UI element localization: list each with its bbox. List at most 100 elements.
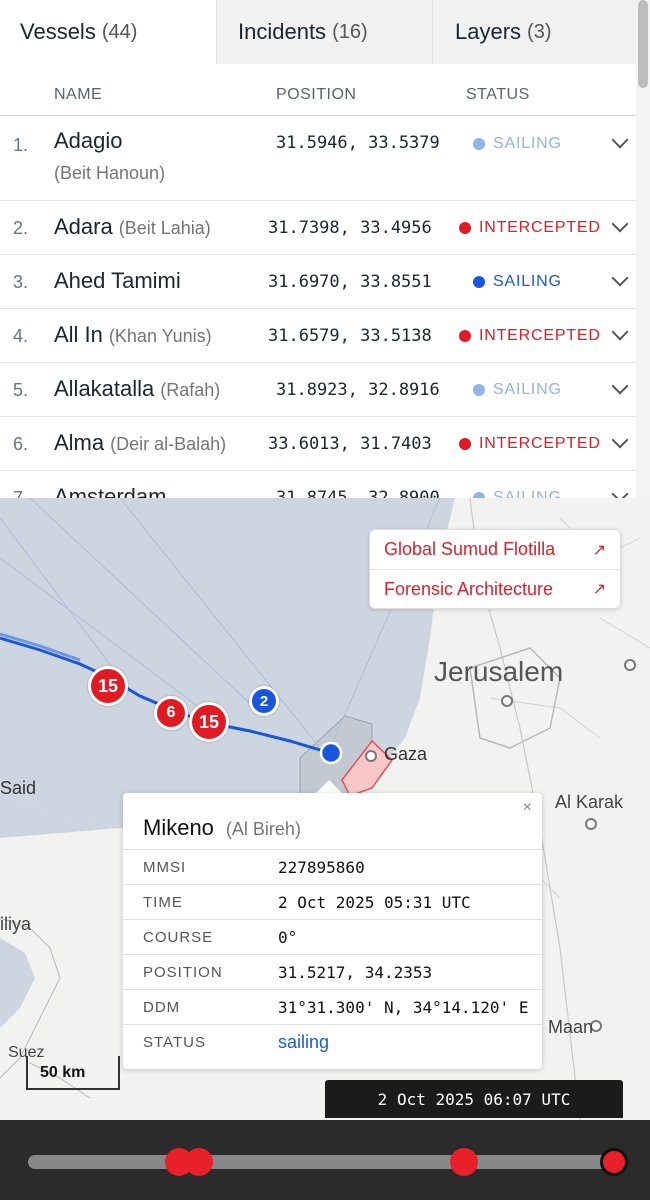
vessel-name: Alma (Deir al-Balah) [54, 430, 226, 456]
selected-vessel-marker[interactable] [319, 741, 343, 765]
table-row[interactable]: 1. Adagio (Beit Hanoun) 31.5946, 33.5379… [0, 116, 636, 201]
chevron-down-icon[interactable] [611, 377, 629, 395]
timeline-track[interactable] [28, 1155, 620, 1169]
timeline-bar [0, 1120, 650, 1200]
chevron-down-icon[interactable] [611, 485, 629, 498]
popup-field-key: TIME [143, 893, 183, 911]
vessel-status: SAILING [473, 381, 562, 399]
vessel-status: INTERCEPTED [459, 435, 601, 453]
map-label-iliya: iliya [0, 914, 32, 934]
vessel-name: Allakatalla (Rafah) [54, 376, 220, 402]
row-number: 3. [13, 272, 29, 292]
vessel-hometown: (Beit Hanoun) [54, 163, 166, 183]
popup-status-link[interactable]: sailing [278, 1032, 329, 1053]
tab-layers[interactable]: Layers (3) [432, 0, 636, 64]
vessel-name: Ahed Tamimi [54, 268, 181, 293]
tab-count: (44) [101, 20, 138, 43]
vessel-position: 31.6970, 33.8551 [268, 272, 432, 292]
vessel-status: SAILING [473, 489, 562, 498]
vessel-hometown: (Beit Lahia) [118, 218, 211, 238]
close-icon[interactable]: × [523, 799, 532, 817]
vessel-name: Adara (Beit Lahia) [54, 214, 211, 240]
row-number: 4. [13, 326, 29, 346]
vessel-name: Amsterdam [54, 484, 167, 498]
popup-field-value: 31.5217, 34.2353 [278, 962, 433, 982]
chevron-down-icon[interactable] [611, 131, 629, 149]
table-row[interactable]: 5. Allakatalla (Rafah) 31.8923, 32.8916 S… [0, 363, 636, 417]
table-row[interactable]: 7. Amsterdam 31.8745, 32.8900 SAILING [0, 471, 636, 498]
chevron-down-icon[interactable] [611, 215, 629, 233]
tab-bar: Vessels (44) Incidents (16) Layers (3) [0, 0, 636, 64]
vessel-cluster-marker[interactable]: 2 [249, 686, 279, 716]
popup-field-row: MMSI 227895860 [123, 849, 542, 884]
timeline-event-marker[interactable] [450, 1148, 478, 1176]
vessel-position: 31.8923, 32.8916 [276, 380, 440, 400]
popup-field-row: POSITION 31.5217, 34.2353 [123, 954, 542, 989]
row-number: 5. [13, 380, 29, 400]
map-scale-bar: 50 km [26, 1056, 120, 1090]
chevron-down-icon[interactable] [611, 431, 629, 449]
city-dot-al-karak [585, 818, 597, 830]
vessel-position: 31.6579, 33.5138 [268, 326, 432, 346]
incident-cluster-marker[interactable]: 15 [88, 666, 128, 706]
table-row[interactable]: 4. All In (Khan Yunis) 31.6579, 33.5138 I… [0, 309, 636, 363]
city-dot-jerusalem [501, 695, 513, 707]
vessel-name: All In (Khan Yunis) [54, 322, 212, 348]
scrollbar-thumb[interactable] [638, 0, 648, 88]
chevron-down-icon[interactable] [611, 269, 629, 287]
popup-title: Mikeno (Al Bireh) [143, 815, 301, 841]
vessel-status: INTERCEPTED [459, 327, 601, 345]
incident-cluster-marker[interactable]: 15 [189, 702, 229, 742]
map-label-al-karak: Al Karak [555, 792, 624, 812]
table-header: NAME POSITION STATUS [0, 64, 636, 116]
table-row[interactable]: 2. Adara (Beit Lahia) 31.7398, 33.4956 IN… [0, 201, 636, 255]
popup-field-value: 0° [278, 927, 298, 947]
chevron-down-icon[interactable] [611, 323, 629, 341]
vessel-list-scrollbar[interactable] [636, 0, 650, 498]
popup-field-key: COURSE [143, 928, 214, 946]
external-arrow-icon: ↗ [592, 581, 606, 598]
status-dot-icon [473, 276, 485, 288]
timeline-event-marker[interactable] [185, 1148, 213, 1176]
status-dot-icon [473, 138, 485, 150]
popup-vessel-name: Mikeno [143, 815, 214, 840]
vessel-name-text: Allakatalla [54, 376, 155, 401]
map-label-said: Said [0, 778, 37, 798]
incident-cluster-marker[interactable]: 6 [154, 696, 188, 730]
vessel-table: NAME POSITION STATUS 1. Adagio (Beit Han… [0, 64, 636, 498]
column-header-name[interactable]: NAME [54, 86, 102, 104]
status-dot-icon [459, 438, 471, 450]
vessel-position: 31.5946, 33.5379 [276, 133, 440, 153]
row-number: 6. [13, 434, 29, 454]
link-forensic-architecture[interactable]: Forensic Architecture ↗ [370, 569, 620, 608]
table-row[interactable]: 6. Alma (Deir al-Balah) 33.6013, 31.7403 … [0, 417, 636, 471]
vessel-position: 33.6013, 31.7403 [268, 434, 432, 454]
popup-field-row: TIME 2 Oct 2025 05:31 UTC [123, 884, 542, 919]
table-row[interactable]: 3. Ahed Tamimi 31.6970, 33.8551 SAILING [0, 255, 636, 309]
vessel-popup: × Mikeno (Al Bireh) MMSI 227895860 TIME 2… [123, 793, 542, 1069]
status-label: SAILING [493, 489, 562, 498]
tab-label: Incidents [238, 19, 327, 44]
status-label: SAILING [493, 135, 562, 152]
tab-incidents[interactable]: Incidents (16) [216, 0, 432, 64]
row-number: 7. [13, 488, 29, 498]
vessel-position: 31.7398, 33.4956 [268, 218, 432, 238]
status-label: INTERCEPTED [479, 327, 601, 344]
map-label-jerusalem: Jerusalem [434, 656, 564, 687]
vessel-status: INTERCEPTED [459, 219, 601, 237]
vessel-hometown: (Deir al-Balah) [110, 434, 227, 454]
city-dot-amman [624, 659, 636, 671]
status-dot-icon [459, 222, 471, 234]
status-dot-icon [473, 384, 485, 396]
timeline-playhead[interactable] [600, 1148, 628, 1176]
suez-gulf [0, 938, 35, 1028]
popup-field-key: MMSI [143, 858, 187, 876]
link-global-sumud-flotilla[interactable]: Global Sumud Flotilla ↗ [370, 530, 620, 569]
tab-label: Layers [455, 19, 522, 44]
popup-field-key: DDM [143, 998, 181, 1016]
column-header-status[interactable]: STATUS [466, 86, 530, 104]
column-header-position[interactable]: POSITION [276, 86, 356, 104]
popup-field-row: STATUS sailing [123, 1024, 542, 1059]
tab-vessels[interactable]: Vessels (44) [0, 0, 216, 64]
vessel-hometown: (Khan Yunis) [108, 326, 212, 346]
